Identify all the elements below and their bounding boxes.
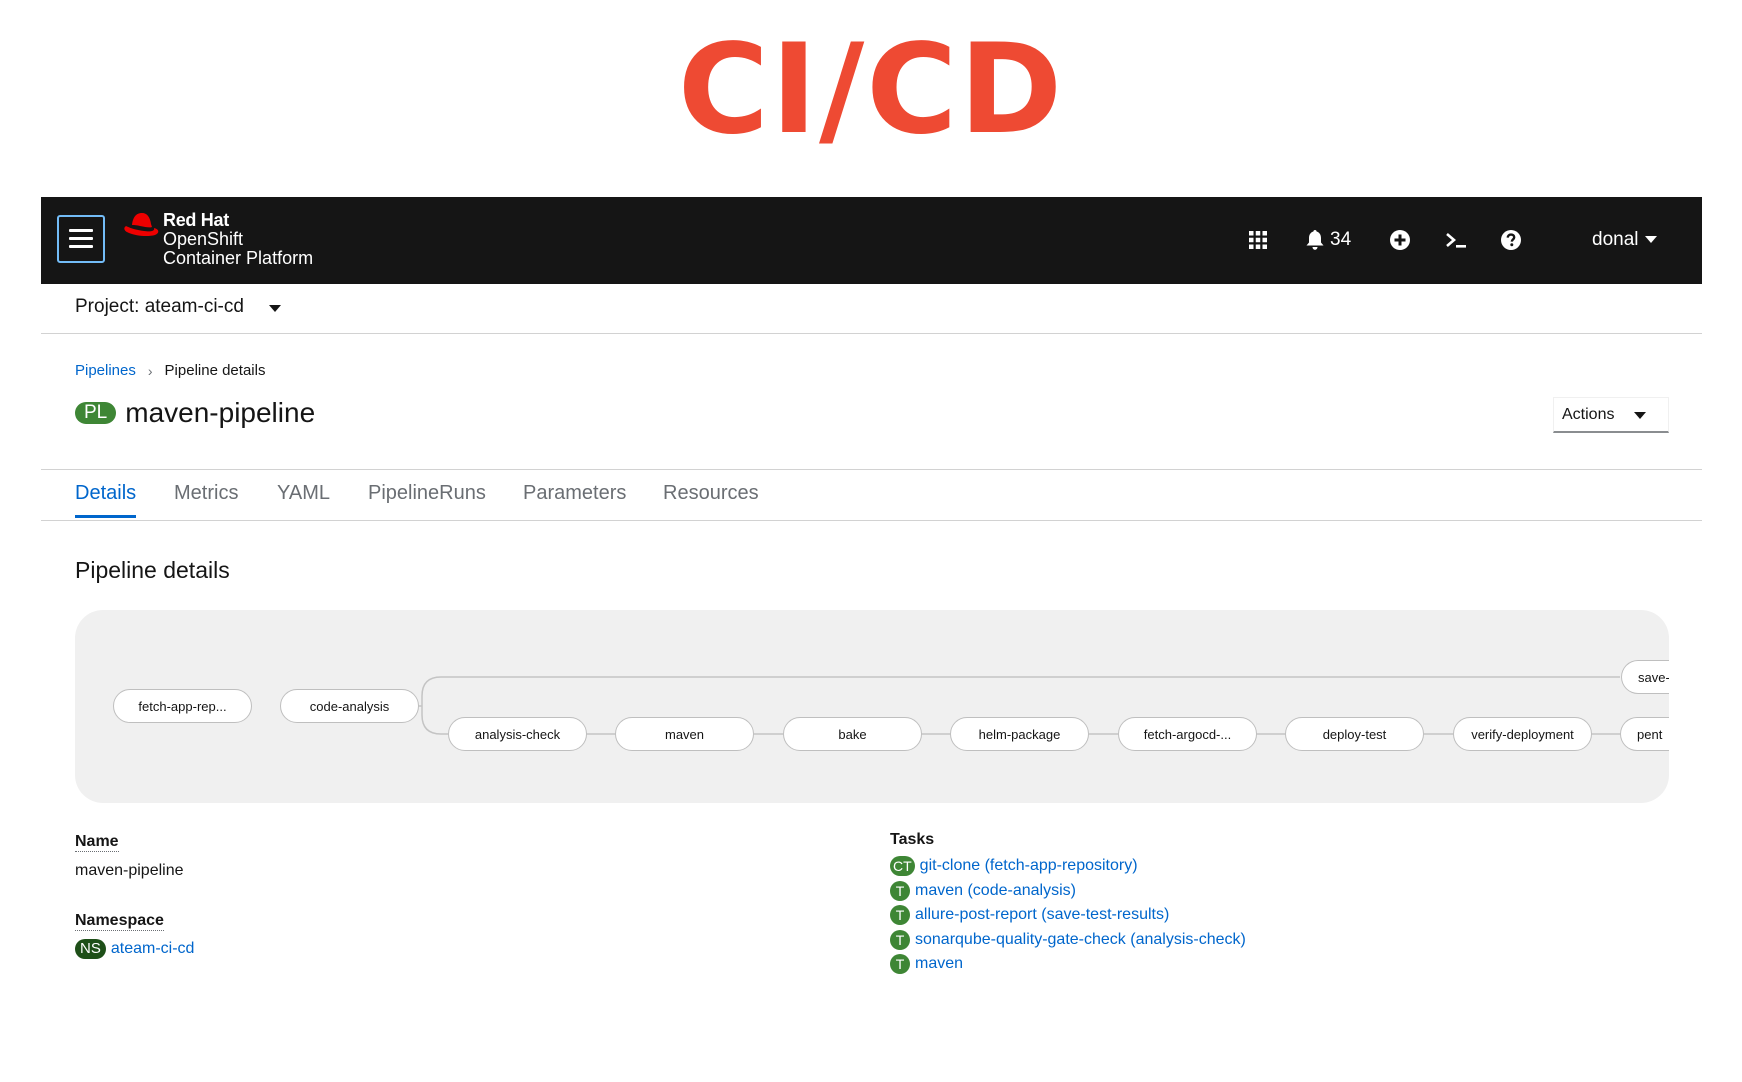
task-badge: T	[890, 929, 910, 950]
task-item: T maven	[890, 952, 1246, 976]
notification-count: 34	[1330, 229, 1352, 250]
cicd-banner-title: CI/CD	[677, 18, 1065, 162]
task-link[interactable]: sonarqube-quality-gate-check (analysis-c…	[915, 931, 1246, 949]
user-menu[interactable]: donal	[1592, 225, 1657, 255]
actions-dropdown[interactable]: Actions	[1553, 397, 1669, 433]
tab-yaml[interactable]: YAML	[277, 482, 330, 515]
terminal-icon	[1446, 233, 1466, 248]
task-link[interactable]: maven	[915, 955, 963, 973]
task-badge: T	[890, 954, 910, 974]
pipeline-node-analysis-check[interactable]: analysis-check	[448, 717, 587, 751]
redhat-logo	[124, 213, 159, 237]
pipeline-node-save-test-results[interactable]: save-	[1621, 660, 1669, 694]
nav-toggle-button[interactable]	[57, 215, 105, 263]
name-label: Name	[75, 833, 119, 852]
help-icon	[1501, 230, 1521, 250]
namespace-link[interactable]: ateam-ci-cd	[111, 940, 195, 958]
bell-icon	[1306, 230, 1324, 250]
tab-parameters[interactable]: Parameters	[523, 482, 626, 515]
help-button[interactable]	[1501, 225, 1521, 255]
pipeline-node-pentest[interactable]: pent	[1620, 717, 1669, 751]
plus-circle-icon	[1390, 230, 1410, 250]
task-link[interactable]: maven (code-analysis)	[915, 882, 1076, 900]
tab-bar: Details Metrics YAML PipelineRuns Parame…	[41, 469, 1702, 521]
pipeline-node-verify-deployment[interactable]: verify-deployment	[1453, 717, 1592, 751]
namespace-label: Namespace	[75, 912, 164, 931]
actions-label: Actions	[1562, 405, 1615, 423]
page-heading: PL maven-pipeline	[75, 397, 315, 429]
task-badge: T	[890, 880, 910, 901]
pipeline-badge: PL	[75, 402, 117, 424]
pipeline-node-fetch-app-repository[interactable]: fetch-app-rep...	[113, 689, 252, 723]
task-item: CT git-clone (fetch-app-repository)	[890, 854, 1246, 878]
task-link[interactable]: git-clone (fetch-app-repository)	[920, 857, 1138, 875]
menu-icon	[69, 229, 93, 249]
task-link[interactable]: allure-post-report (save-test-results)	[915, 906, 1169, 924]
project-caret-down-icon[interactable]	[269, 305, 281, 313]
pipeline-graph: fetch-app-rep... code-analysis save- ana…	[75, 610, 1669, 803]
task-item: T allure-post-report (save-test-results)	[890, 903, 1246, 927]
project-bar: Project: ateam-ci-cd	[41, 284, 1702, 334]
project-selector[interactable]: Project: ateam-ci-cd	[75, 296, 244, 318]
brand-openshift-text: OpenShift	[163, 229, 244, 249]
name-value: maven-pipeline	[75, 862, 184, 879]
breadcrumb-pipelines-link[interactable]: Pipelines	[75, 362, 136, 379]
user-name: donal	[1592, 229, 1639, 250]
notifications-button[interactable]: 34	[1306, 225, 1351, 255]
caret-down-icon	[1634, 412, 1646, 419]
pipeline-node-bake[interactable]: bake	[783, 717, 922, 751]
tasks-label: Tasks	[890, 831, 935, 848]
tab-resources[interactable]: Resources	[663, 482, 759, 515]
task-item: T sonarqube-quality-gate-check (analysis…	[890, 928, 1246, 952]
tab-details[interactable]: Details	[75, 482, 137, 518]
breadcrumb-chevron-icon: ›	[147, 362, 153, 379]
task-badge: CT	[890, 856, 915, 876]
page-title: maven-pipeline	[125, 397, 316, 428]
masthead: Red Hat OpenShift Container Platform 34	[41, 197, 1702, 284]
tab-pipelineruns[interactable]: PipelineRuns	[368, 482, 486, 515]
namespace-value: NS ateam-ci-cd	[75, 939, 194, 959]
brand-platform-text: Container Platform	[163, 248, 314, 268]
namespace-badge: NS	[75, 939, 106, 959]
task-badge: T	[890, 905, 910, 925]
caret-down-icon	[1644, 236, 1657, 243]
section-title: Pipeline details	[75, 557, 230, 583]
app-launcher-icon	[1249, 231, 1267, 249]
pipeline-node-maven[interactable]: maven	[615, 717, 754, 751]
pipeline-node-helm-package[interactable]: helm-package	[950, 717, 1089, 751]
app-launcher-button[interactable]	[1249, 225, 1267, 255]
pipeline-node-deploy-test[interactable]: deploy-test	[1285, 717, 1424, 751]
breadcrumb: Pipelines › Pipeline details	[75, 362, 265, 379]
task-list: CT git-clone (fetch-app-repository) T ma…	[890, 854, 1246, 977]
tab-metrics[interactable]: Metrics	[174, 482, 238, 515]
pipeline-node-fetch-argocd[interactable]: fetch-argocd-...	[1118, 717, 1257, 751]
terminal-button[interactable]	[1445, 225, 1467, 255]
pipeline-node-code-analysis[interactable]: code-analysis	[280, 689, 419, 723]
breadcrumb-current: Pipeline details	[164, 362, 266, 379]
add-button[interactable]	[1390, 225, 1410, 255]
brand-redhat-text: Red Hat	[163, 210, 229, 230]
task-item: T maven (code-analysis)	[890, 879, 1246, 903]
